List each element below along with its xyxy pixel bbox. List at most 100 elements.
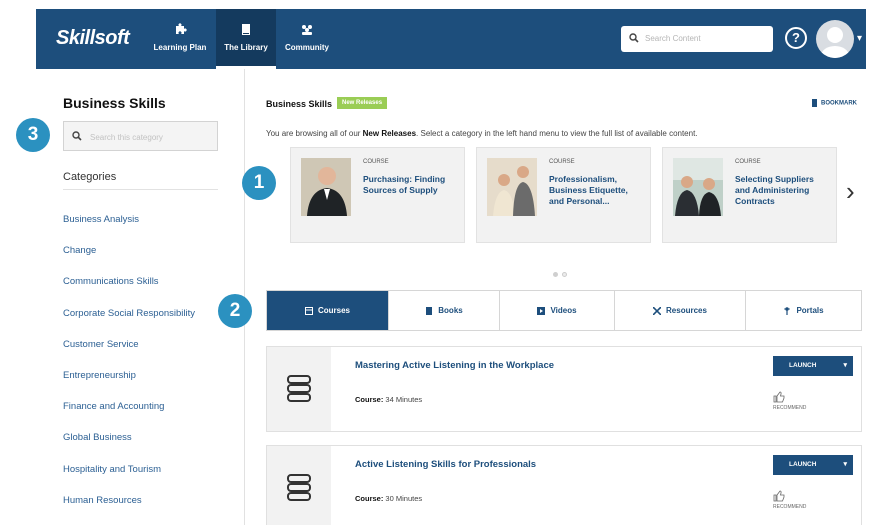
pagination-dot[interactable] <box>553 272 558 277</box>
category-search-input[interactable]: Search this category <box>63 121 218 151</box>
skillsoft-logo[interactable]: Skillsoft <box>56 27 130 50</box>
recommend-label: RECOMMEND <box>773 504 807 510</box>
tab-courses[interactable]: Courses <box>267 291 389 330</box>
tab-label: Books <box>438 306 463 315</box>
portal-icon <box>784 307 791 315</box>
browse-text-suffix: . Select a category in the left hand men… <box>416 129 698 138</box>
nav-learning-plan[interactable]: Learning Plan <box>146 9 214 69</box>
sidebar-title: Business Skills <box>63 95 166 111</box>
page-title: Business Skills <box>266 99 333 109</box>
category-link[interactable]: Entrepreneurship <box>63 370 195 401</box>
content-search-input[interactable]: Search Content <box>621 26 773 52</box>
category-list: Business Analysis Change Communications … <box>63 214 195 525</box>
browse-description: You are browsing all of our New Releases… <box>266 129 698 138</box>
bookmark-link[interactable]: BOOKMARK <box>812 99 857 107</box>
carousel-pagination[interactable] <box>553 264 571 282</box>
tab-label: Portals <box>796 306 824 315</box>
carousel-card[interactable]: COURSE Selecting Suppliers and Administe… <box>662 147 837 243</box>
category-link[interactable]: Business Analysis <box>63 214 195 245</box>
tab-label: Resources <box>666 306 707 315</box>
course-row: Active Listening Skills for Professional… <box>266 445 862 525</box>
carousel-card[interactable]: COURSE Professionalism, Business Etiquet… <box>476 147 651 243</box>
stack-icon <box>287 474 311 501</box>
card-title[interactable]: Selecting Suppliers and Administering Co… <box>735 174 831 207</box>
nav-label: Community <box>285 43 329 52</box>
course-title[interactable]: Active Listening Skills for Professional… <box>355 459 536 470</box>
category-link[interactable]: Customer Service <box>63 339 195 370</box>
category-link[interactable]: Change <box>63 245 195 276</box>
card-type: COURSE <box>363 159 389 165</box>
recommend-button[interactable]: RECOMMEND <box>773 391 806 411</box>
bookmark-icon <box>812 99 817 107</box>
tab-label: Videos <box>550 306 577 315</box>
new-releases-tag: New Releases <box>337 97 388 109</box>
category-link[interactable]: Finance and Accounting <box>63 401 195 432</box>
callout-badge-2: 2 <box>218 294 252 328</box>
launch-button[interactable]: LAUNCH ▾ <box>773 455 853 475</box>
bookmark-label: BOOKMARK <box>821 100 857 107</box>
stack-icon <box>287 375 311 402</box>
course-thumbnail <box>301 158 351 216</box>
launch-label: LAUNCH <box>789 362 817 369</box>
top-navigation-bar: Skillsoft Learning Plan The Library Comm… <box>36 9 866 69</box>
user-silhouette-icon <box>821 27 849 58</box>
categories-heading: Categories <box>63 171 117 183</box>
course-thumbnail <box>673 158 723 216</box>
divider <box>63 189 218 190</box>
thumbs-up-icon <box>773 391 785 403</box>
duration-label: Course: <box>355 395 384 404</box>
course-thumbnail <box>487 158 537 216</box>
card-type: COURSE <box>735 159 761 165</box>
category-link[interactable]: Corporate Social Responsibility <box>63 308 195 339</box>
course-title[interactable]: Mastering Active Listening in the Workpl… <box>355 360 554 371</box>
launch-label: LAUNCH <box>789 461 817 468</box>
course-duration: Course: 34 Minutes <box>355 395 422 404</box>
card-type: COURSE <box>549 159 575 165</box>
card-title[interactable]: Purchasing: Finding Sources of Supply <box>363 174 459 196</box>
browse-text-bold: New Releases <box>362 129 417 138</box>
course-type-box <box>267 347 331 431</box>
browse-text-prefix: You are browsing all of our <box>266 129 363 138</box>
nav-label: The Library <box>224 43 268 52</box>
chevron-down-icon[interactable]: ▾ <box>857 33 862 44</box>
tab-label: Courses <box>317 306 350 315</box>
user-avatar[interactable] <box>816 20 854 58</box>
chevron-down-icon[interactable]: ▾ <box>843 356 847 376</box>
puzzle-icon <box>176 23 187 34</box>
nav-label: Learning Plan <box>153 43 207 52</box>
category-link[interactable]: Human Resources <box>63 495 195 525</box>
category-link[interactable]: Hospitality and Tourism <box>63 464 195 495</box>
help-icon[interactable]: ? <box>785 27 807 49</box>
carousel-next-arrow-icon[interactable]: › <box>846 176 855 207</box>
course-type-box <box>267 446 331 525</box>
tab-resources[interactable]: Resources <box>615 291 746 330</box>
category-link[interactable]: Communications Skills <box>63 276 195 307</box>
search-icon <box>72 131 82 141</box>
tab-books[interactable]: Books <box>389 291 500 330</box>
content-type-tabs: Courses Books Videos Resources Portals <box>266 290 862 331</box>
duration-label: Course: <box>355 494 384 503</box>
recommend-label: RECOMMEND <box>773 405 807 411</box>
card-title[interactable]: Professionalism, Business Etiquette, and… <box>549 174 645 207</box>
chevron-down-icon[interactable]: ▾ <box>843 455 847 475</box>
pagination-dot[interactable] <box>562 272 567 277</box>
nav-community[interactable]: Community <box>280 9 334 69</box>
book-icon <box>242 24 250 35</box>
carousel-card[interactable]: COURSE Purchasing: Finding Sources of Su… <box>290 147 465 243</box>
course-row: Mastering Active Listening in the Workpl… <box>266 346 862 432</box>
thumbs-up-icon <box>773 490 785 502</box>
duration-value: 30 Minutes <box>383 494 423 503</box>
tab-videos[interactable]: Videos <box>500 291 615 330</box>
search-placeholder: Search this category <box>90 133 163 142</box>
category-link[interactable]: Global Business <box>63 432 195 463</box>
course-duration: Course: 30 Minutes <box>355 494 422 503</box>
search-placeholder: Search Content <box>645 34 701 43</box>
video-icon <box>537 306 546 315</box>
book-icon <box>426 306 433 315</box>
tab-portals[interactable]: Portals <box>746 291 861 330</box>
launch-button[interactable]: LAUNCH ▾ <box>773 356 853 376</box>
nav-the-library[interactable]: The Library <box>216 9 276 69</box>
recommend-button[interactable]: RECOMMEND <box>773 490 806 510</box>
tools-icon <box>653 306 662 315</box>
duration-value: 34 Minutes <box>383 395 423 404</box>
